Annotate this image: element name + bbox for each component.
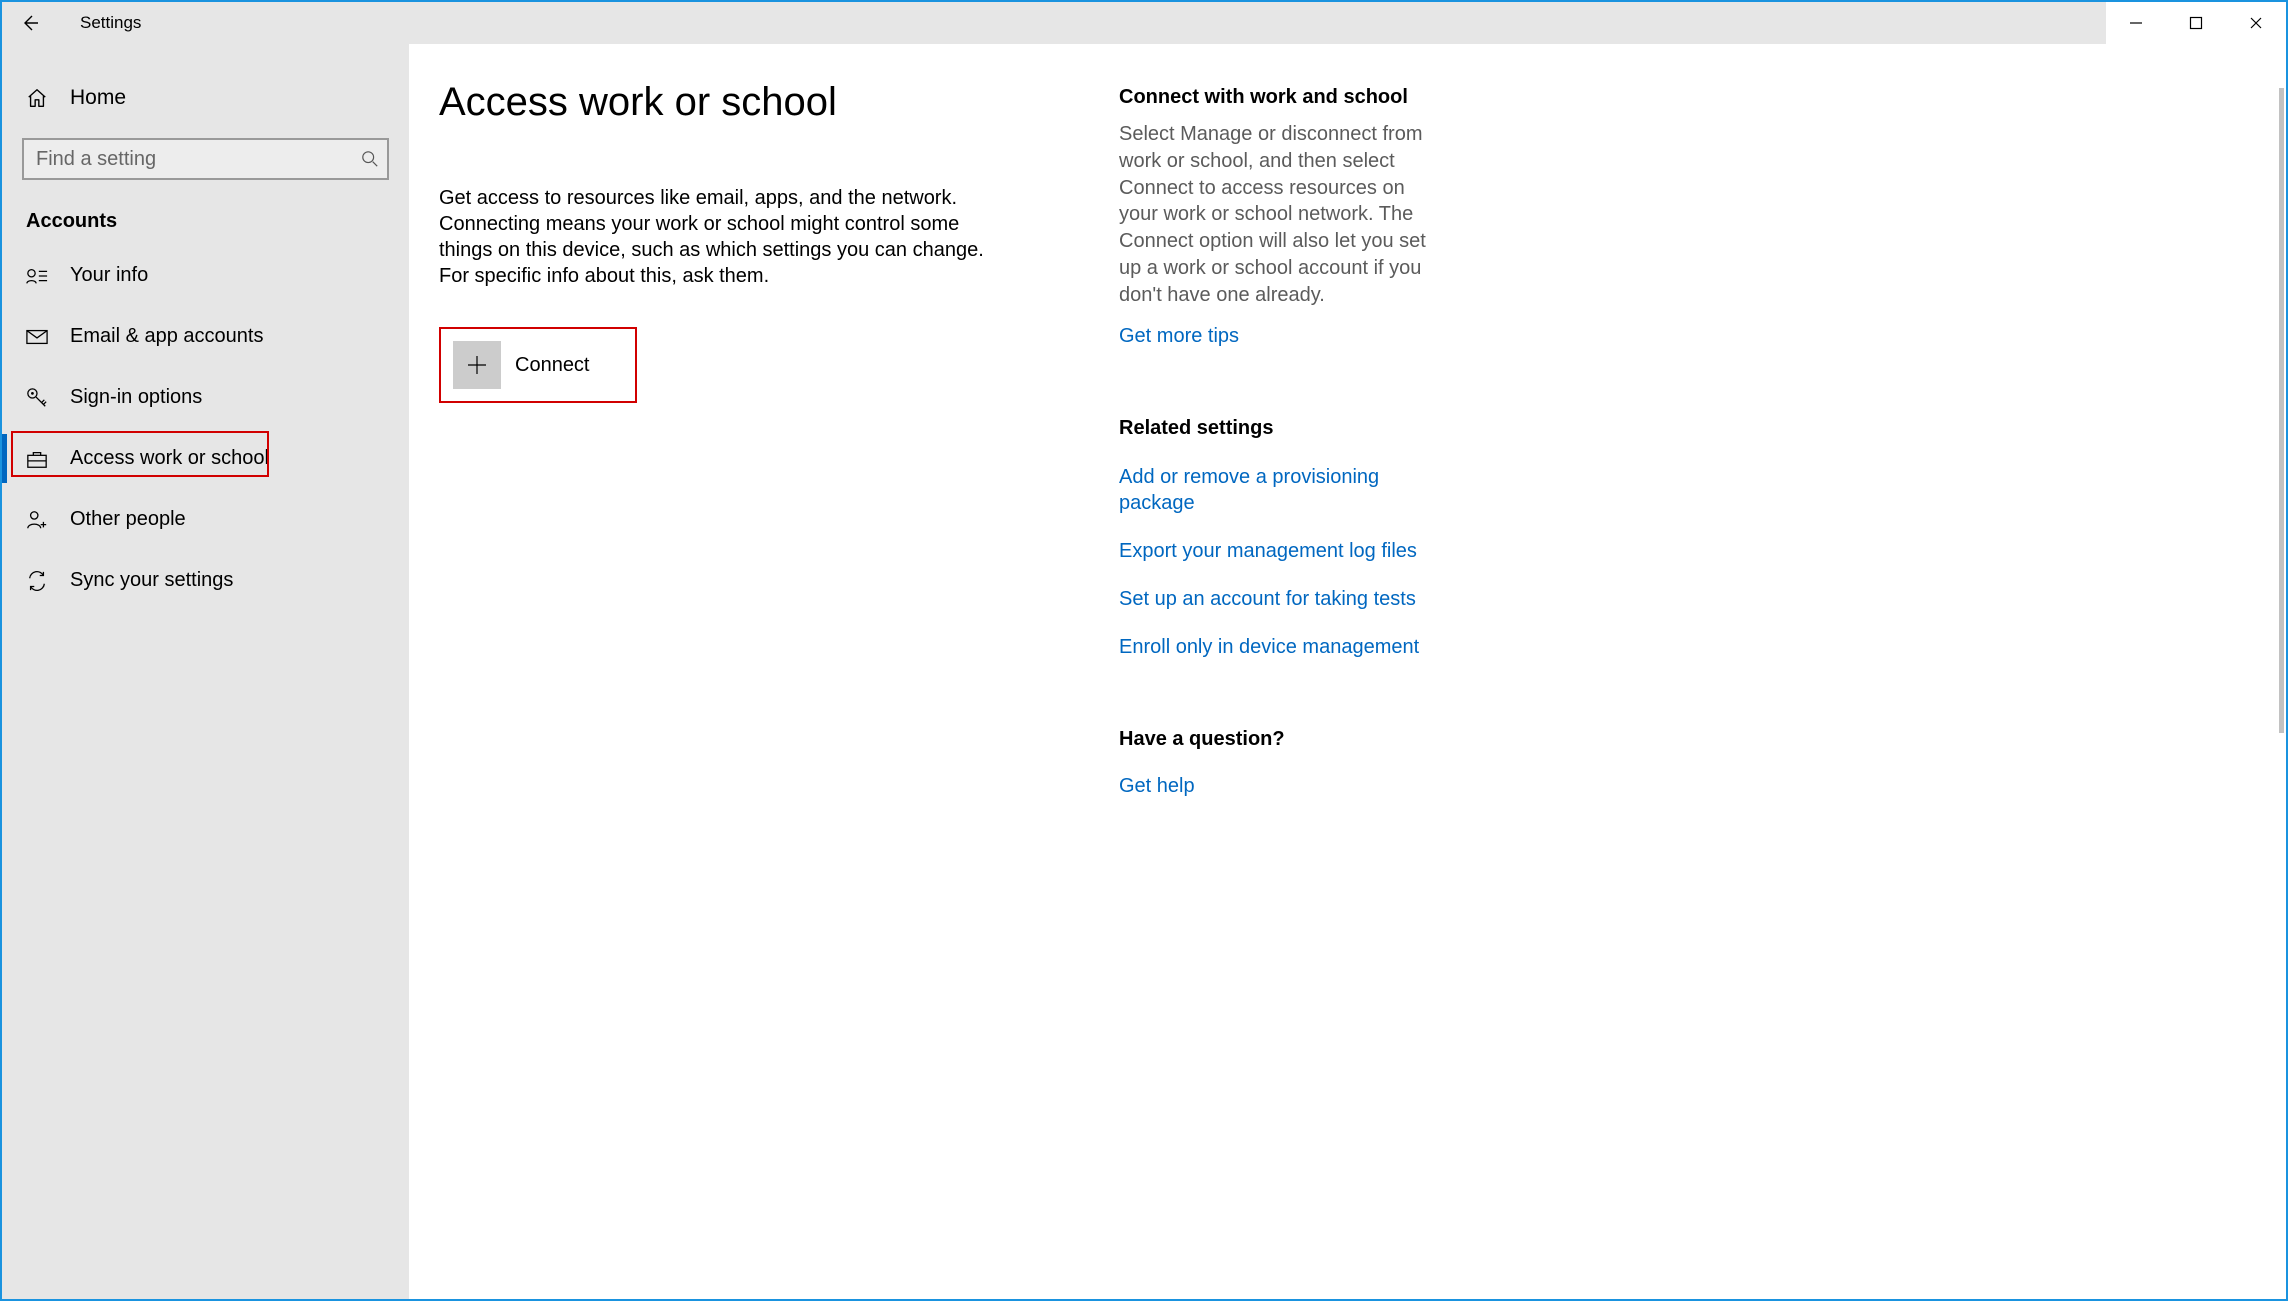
people-add-icon <box>24 509 50 531</box>
sidebar-item-sign-in-options[interactable]: Sign-in options <box>2 367 409 428</box>
search-input[interactable]: Find a setting <box>22 138 389 180</box>
related-settings-heading: Related settings <box>1119 417 1435 440</box>
right-pane: Connect with work and school Select Mana… <box>1119 44 1459 1299</box>
link-get-help[interactable]: Get help <box>1119 773 1435 799</box>
link-provisioning-package[interactable]: Add or remove a provisioning package <box>1119 464 1435 516</box>
sidebar-item-label: Your info <box>70 264 148 287</box>
page-description: Get access to resources like email, apps… <box>439 185 999 289</box>
person-card-icon <box>24 267 50 285</box>
key-icon <box>24 387 50 409</box>
sidebar-item-your-info[interactable]: Your info <box>2 245 409 306</box>
nav-home-label: Home <box>70 86 126 110</box>
nav-home[interactable]: Home <box>2 68 409 128</box>
sidebar-item-access-work-school[interactable]: Access work or school <box>2 428 409 489</box>
maximize-button[interactable] <box>2166 2 2226 44</box>
connect-button[interactable]: Connect <box>439 327 637 403</box>
sidebar-item-label: Access work or school <box>70 447 269 470</box>
link-setup-test-account[interactable]: Set up an account for taking tests <box>1119 586 1435 612</box>
maximize-icon <box>2189 16 2203 30</box>
connect-label: Connect <box>515 354 590 377</box>
question-heading: Have a question? <box>1119 728 1435 751</box>
mail-icon <box>24 329 50 345</box>
scrollbar[interactable] <box>2279 88 2284 733</box>
help-section-heading: Connect with work and school <box>1119 86 1435 109</box>
briefcase-icon <box>24 449 50 469</box>
link-export-logs[interactable]: Export your management log files <box>1119 538 1435 564</box>
plus-icon <box>453 341 501 389</box>
sync-icon <box>24 570 50 592</box>
link-enroll-device-management[interactable]: Enroll only in device management <box>1119 634 1435 660</box>
sidebar: Home Find a setting Accounts Your info <box>2 44 409 1299</box>
search-icon <box>361 150 379 168</box>
sidebar-category: Accounts <box>2 180 409 245</box>
home-icon <box>24 87 50 109</box>
close-button[interactable] <box>2226 2 2286 44</box>
back-button[interactable] <box>2 2 58 44</box>
page-title: Access work or school <box>439 80 1089 125</box>
titlebar: Settings <box>2 2 2286 44</box>
link-get-more-tips[interactable]: Get more tips <box>1119 323 1435 349</box>
help-section-text: Select Manage or disconnect from work or… <box>1119 121 1435 309</box>
sidebar-item-sync-settings[interactable]: Sync your settings <box>2 550 409 611</box>
sidebar-item-label: Sign-in options <box>70 386 202 409</box>
window-title: Settings <box>58 13 141 33</box>
arrow-left-icon <box>20 13 40 33</box>
sidebar-item-other-people[interactable]: Other people <box>2 489 409 550</box>
sidebar-item-email-accounts[interactable]: Email & app accounts <box>2 306 409 367</box>
main-content: Access work or school Get access to reso… <box>409 44 2286 1299</box>
sidebar-item-label: Email & app accounts <box>70 325 263 348</box>
sidebar-item-label: Sync your settings <box>70 569 233 592</box>
search-placeholder: Find a setting <box>36 148 156 171</box>
sidebar-item-label: Other people <box>70 508 186 531</box>
close-icon <box>2249 16 2263 30</box>
minimize-button[interactable] <box>2106 2 2166 44</box>
minimize-icon <box>2129 16 2143 30</box>
